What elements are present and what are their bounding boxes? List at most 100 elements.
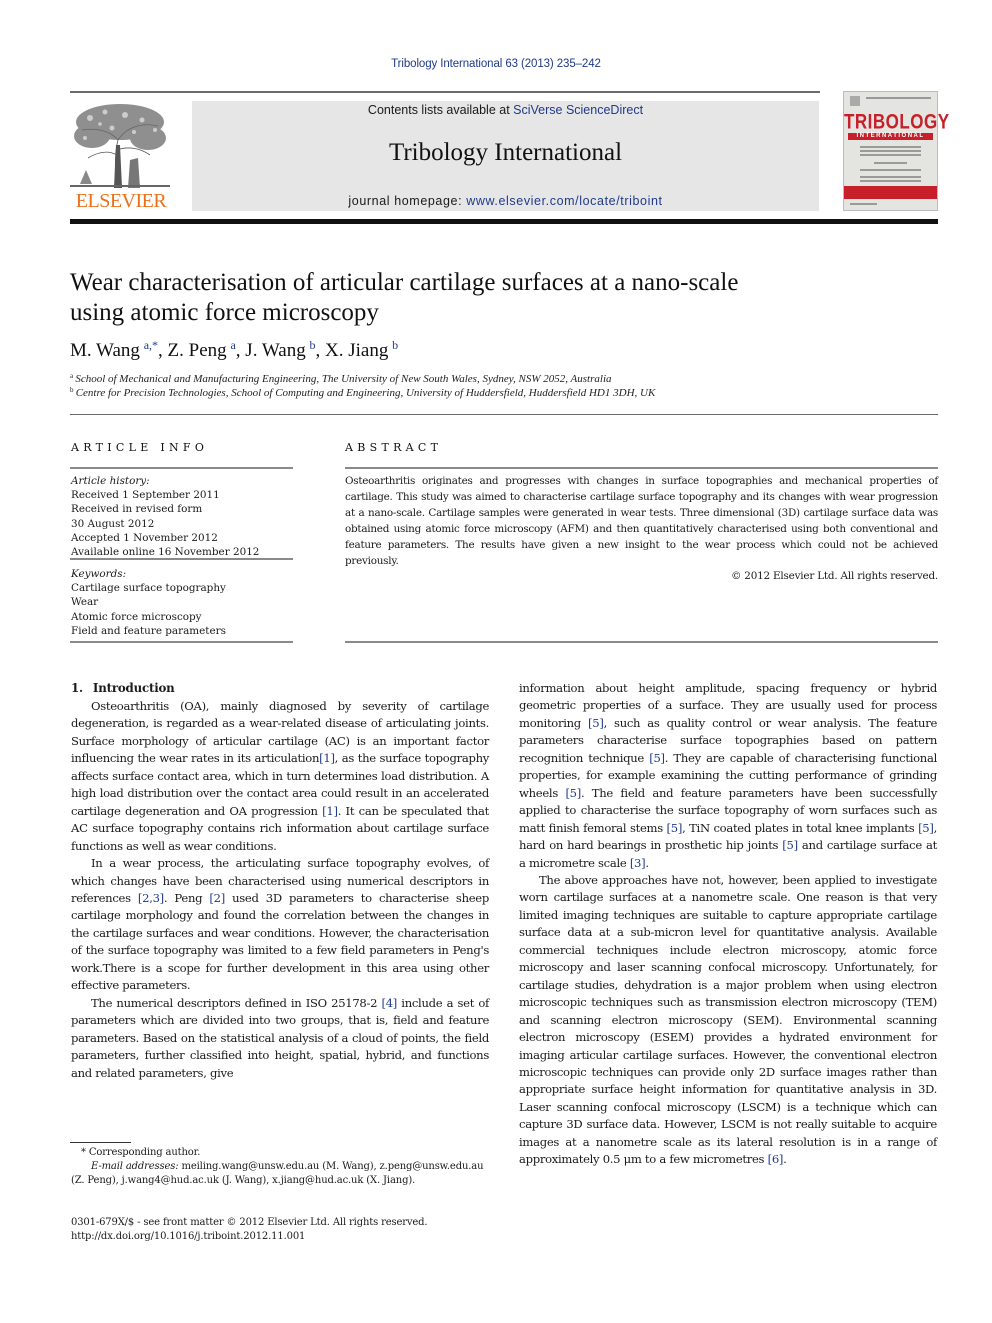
cover-text-line [860, 169, 921, 171]
email-label: E-mail addresses: [91, 1161, 179, 1173]
author[interactable]: Z. Peng a [168, 338, 236, 361]
elsevier-logo[interactable]: ELSEVIER [70, 100, 172, 212]
affiliation-label: b [70, 386, 74, 394]
author-name: X. Jiang [325, 340, 389, 361]
author-list: M. Wang a,*, Z. Peng a, J. Wang b, X. Ji… [70, 338, 398, 362]
reference-link[interactable]: [2] [209, 891, 225, 905]
author-separator: , [315, 340, 326, 361]
reference-link[interactable]: [5] [782, 838, 798, 852]
article-title-line: using atomic force microscopy [70, 299, 379, 326]
author-name: J. Wang [245, 340, 306, 361]
reference-link[interactable]: [5] [918, 821, 934, 835]
cover-title: TRIBOLOGY [844, 109, 950, 134]
cover-text-line [874, 162, 907, 164]
section-heading: 1. Introduction [71, 681, 175, 695]
paragraph-text: The above approaches have not, however, … [519, 872, 937, 1167]
author-affiliation-mark[interactable]: b [392, 338, 398, 352]
paragraph-text: The numerical descriptors defined in ISO… [91, 995, 382, 1010]
section-number: 1. [71, 681, 83, 695]
keyword: Wear [71, 596, 99, 609]
journal-cover-thumbnail[interactable]: TRIBOLOGY INTERNATIONAL [843, 91, 950, 211]
cover-red-band [844, 186, 937, 199]
header-top-rule [70, 91, 820, 93]
author[interactable]: X. Jiang b [325, 338, 398, 361]
paragraph-text: . [783, 1152, 787, 1167]
homepage-prefix: journal homepage: [348, 194, 467, 208]
author-separator: , [235, 340, 246, 361]
reference-link[interactable]: [1] [319, 751, 335, 765]
reference-link[interactable]: [5] [588, 716, 604, 730]
affiliation: a School of Mechanical and Manufacturing… [70, 372, 612, 385]
issn-line: 0301-679X/$ - see front matter © 2012 El… [71, 1217, 428, 1228]
cover-text-line [860, 150, 921, 152]
homepage-link[interactable]: www.elsevier.com/locate/triboint [466, 194, 662, 208]
abstract-text: Osteoarthritis originates and progresses… [345, 475, 938, 568]
journal-citation[interactable]: Tribology International 63 (2013) 235–24… [0, 58, 992, 70]
keyword: Field and feature parameters [71, 624, 226, 637]
article-info-rule [70, 641, 293, 643]
paragraph-text: used 3D parameters to characterise sheep… [71, 890, 489, 993]
footnote-issn: 0301-679X/$ - see front matter © 2012 El… [71, 1216, 491, 1244]
elsevier-wordmark: ELSEVIER [75, 190, 167, 212]
keyword: Cartilage surface topography [71, 582, 226, 595]
author-name: M. Wang [70, 340, 140, 361]
keywords: Keywords: Cartilage surface topography W… [71, 567, 293, 638]
email-addresses: E-mail addresses: meiling.wang@unsw.edu.… [71, 1160, 491, 1188]
article-info-rule [70, 467, 293, 469]
cover-subtitle: INTERNATIONAL [848, 133, 933, 140]
history-label: Article history: [71, 475, 150, 487]
author-affiliation-mark[interactable]: a,* [144, 338, 158, 352]
cover-text-line [850, 203, 877, 205]
contents-availability: Contents lists available at SciVerse Sci… [192, 103, 819, 117]
body-paragraph: The numerical descriptors defined in ISO… [71, 995, 489, 1082]
reference-link[interactable]: [5] [667, 821, 683, 835]
body-paragraph: In a wear process, the articulating surf… [71, 855, 489, 995]
section-title: Introduction [92, 681, 175, 695]
history-item: 30 August 2012 [71, 517, 155, 530]
body-column-right: information about height amplitude, spac… [519, 680, 937, 1169]
contents-prefix: Contents lists available at [367, 103, 514, 117]
journal-homepage: journal homepage: www.elsevier.com/locat… [192, 194, 819, 208]
journal-title: Tribology International [388, 139, 623, 166]
keyword: Atomic force microscopy [71, 610, 202, 623]
cover-text-line [860, 154, 921, 156]
cover-text-line [860, 180, 921, 182]
reference-link[interactable]: [1] [322, 804, 338, 818]
elsevier-tree-icon [70, 104, 170, 188]
cover-text-line [860, 146, 921, 148]
article-title-line: Wear characterisation of articular carti… [70, 269, 739, 296]
article-history: Article history: Received 1 September 20… [71, 474, 293, 559]
abstract-rule [345, 467, 938, 469]
abstract-rule [345, 641, 938, 643]
corresponding-author-note: * Corresponding author. [81, 1147, 201, 1158]
reference-link[interactable]: [4] [381, 996, 397, 1010]
cover-emblem-icon [850, 96, 860, 106]
sciencedirect-link[interactable]: SciVerse ScienceDirect [513, 103, 643, 117]
article-title: Wear characterisation of articular carti… [70, 268, 850, 328]
doi-link[interactable]: http://dx.doi.org/10.1016/j.triboint.201… [71, 1230, 491, 1244]
abstract-heading: ABSTRACT [345, 441, 443, 454]
cover-top-line [866, 97, 931, 99]
reference-link[interactable]: [5] [565, 786, 581, 800]
header-thick-rule [70, 219, 938, 224]
reference-link[interactable]: [6] [768, 1152, 784, 1166]
author[interactable]: J. Wang b [245, 338, 315, 361]
body-column-left: Osteoarthritis (OA), mainly diagnosed by… [71, 698, 489, 1082]
reference-link[interactable]: [3] [630, 856, 646, 870]
reference-link[interactable]: [2,3] [138, 891, 164, 905]
paragraph-text: . [645, 855, 649, 870]
affiliation-label: a [70, 372, 74, 380]
footnote-rule [70, 1142, 131, 1143]
paragraph-text: . Peng [163, 890, 210, 905]
history-item: Accepted 1 November 2012 [71, 531, 218, 544]
reference-link[interactable]: [5] [649, 751, 665, 765]
body-paragraph: The above approaches have not, however, … [519, 872, 937, 1169]
author-separator: , [158, 340, 168, 361]
journal-banner: Contents lists available at SciVerse Sci… [192, 101, 819, 211]
article-info-heading: ARTICLE INFO [71, 441, 209, 454]
body-paragraph: Osteoarthritis (OA), mainly diagnosed by… [71, 698, 489, 855]
history-item: Received 1 September 2011 [71, 489, 220, 502]
affiliation: b Centre for Precision Technologies, Sch… [70, 386, 655, 399]
article-info-rule [70, 558, 293, 560]
author[interactable]: M. Wang a,* [70, 338, 158, 361]
